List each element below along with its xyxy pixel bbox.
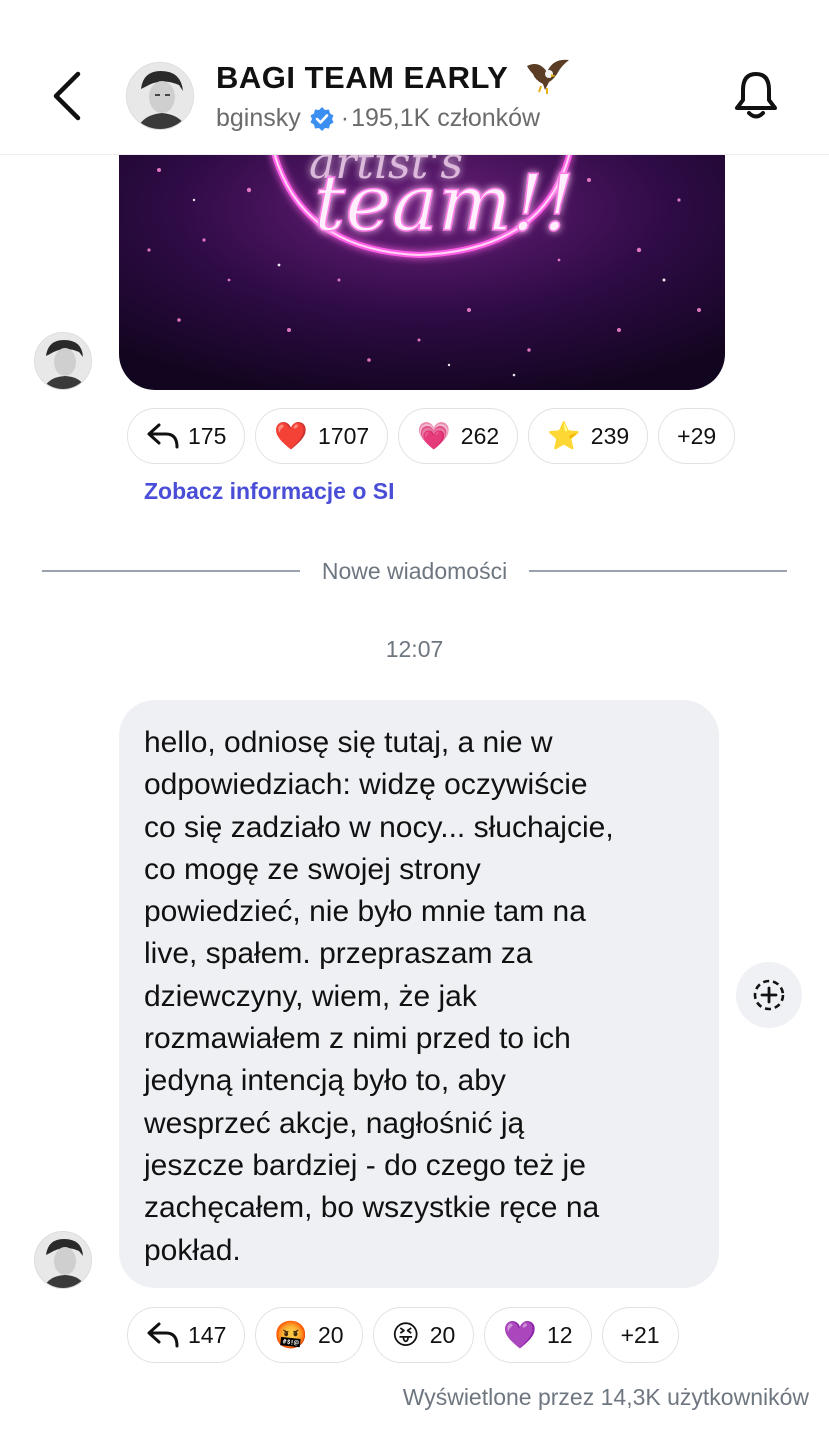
reaction-count: 262 [460,422,500,449]
ai-info-link[interactable]: Zobacz informacje o SI [144,478,395,505]
add-reaction-icon [753,979,785,1011]
new-messages-divider: Nowe wiadomości [42,556,788,586]
reaction-chip-purple-heart[interactable]: 💜 12 [484,1307,592,1363]
more-reactions-chip[interactable]: +21 [601,1307,679,1363]
reaction-count: 239 [590,422,630,449]
cursing-face-icon: 🤬 [274,1319,308,1350]
owner-name[interactable]: bginsky [216,104,301,133]
verified-badge-icon [310,106,334,131]
reaction-chip-red-heart[interactable]: ❤️ 1707 [255,408,389,464]
reaction-count: 20 [429,1321,456,1348]
divider-line [529,570,788,572]
reply-icon [147,423,179,449]
reply-count-chip[interactable]: 147 [127,1307,246,1363]
reaction-count: 1707 [318,422,370,449]
channel-avatar[interactable] [126,62,194,130]
message-timestamp: 12:07 [385,636,444,662]
bell-icon [735,72,777,119]
sender-avatar[interactable] [34,332,92,390]
separator: · [340,104,350,132]
reactions-row: 147 🤬 20 😝 20 💜 12 +21 [127,1307,679,1363]
view-count: Wyświetlone przez 14,3K użytkowników [402,1384,809,1410]
back-button[interactable] [44,68,92,124]
star-icon: ⭐ [547,420,581,451]
reaction-count: 12 [546,1321,573,1348]
sparkling-heart-icon: 💗 [417,420,451,451]
reaction-chip-sparkling-heart[interactable]: 💗 262 [398,408,519,464]
reaction-chip-tongue-face[interactable]: 😝 20 [372,1307,475,1363]
portrait-avatar-image [127,63,193,129]
member-count: 195,1K członków [351,104,541,132]
reply-count-chip[interactable]: 175 [127,408,246,464]
image-caption-text: team!! [314,159,575,249]
portrait-avatar-image [35,333,91,389]
eagle-icon [526,59,569,94]
portrait-avatar-image [35,1232,91,1288]
image-message[interactable]: artist's team!! [119,130,725,390]
red-heart-icon: ❤️ [274,420,308,451]
text-message-bubble[interactable]: hello, odniosę się tutaj, a nie w odpowi… [119,700,719,1288]
purple-heart-icon: 💜 [503,1319,537,1350]
new-messages-label: Nowe wiadomości [321,557,508,584]
more-reactions-chip[interactable]: +29 [658,408,736,464]
divider-line [42,570,300,572]
reply-icon [147,1322,179,1348]
reply-count: 175 [188,422,227,449]
add-reaction-button[interactable] [736,962,802,1028]
chevron-left-icon [53,71,81,121]
channel-title-text: BAGI TEAM EARLY [216,60,508,96]
reaction-chip-star[interactable]: ⭐ 239 [528,408,649,464]
notifications-button[interactable] [732,70,780,122]
reaction-chip-cursing-face[interactable]: 🤬 20 [255,1307,363,1363]
squinting-tongue-face-icon: 😝 [391,1319,420,1350]
more-reactions-count: +29 [677,422,717,449]
channel-header: BAGI TEAM EARLY bginsky · 195,1K członkó… [0,0,829,155]
more-reactions-count: +21 [620,1321,660,1348]
reactions-row: 175 ❤️ 1707 💗 262 ⭐ 239 +29 [127,408,736,464]
channel-subtitle: bginsky · 195,1K członków [216,104,540,133]
neon-team-image: artist's team!! [119,130,725,390]
sender-avatar[interactable] [34,1231,92,1289]
message-text: hello, odniosę się tutaj, a nie w odpowi… [144,726,614,1267]
reply-count: 147 [188,1321,227,1348]
reaction-count: 20 [318,1321,344,1348]
channel-title: BAGI TEAM EARLY [216,59,571,100]
